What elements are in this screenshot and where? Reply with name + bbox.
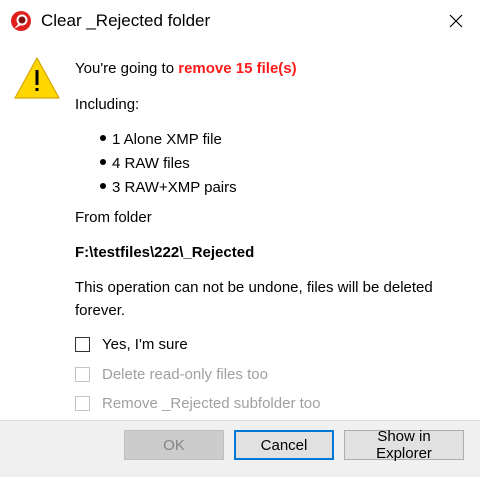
list-item-label: 4 RAW files [112,155,190,172]
warning-icon [14,57,60,99]
app-logo-icon [11,11,31,31]
confirm-checkbox[interactable] [75,336,90,352]
file-type-list: 1 Alone XMP file 4 RAW files 3 RAW+XMP p… [75,128,237,200]
clear-rejected-dialog: Clear _Rejected folder You're going to r… [0,0,480,477]
delete-readonly-checkbox [75,366,90,382]
from-folder-label: From folder [75,209,152,226]
close-icon [449,14,463,28]
window-title: Clear _Rejected folder [41,11,211,30]
close-button[interactable] [440,6,472,36]
list-item-label: 1 Alone XMP file [112,131,222,148]
summary-message: You're going to remove 15 file(s) [75,58,297,80]
including-label: Including: [75,96,140,113]
confirm-checkbox-label[interactable]: Yes, I'm sure [102,336,188,353]
remove-subfolder-checkbox-label: Remove _Rejected subfolder too [102,394,321,412]
list-item: 1 Alone XMP file [75,128,237,152]
delete-readonly-checkbox-row: Delete read-only files too [75,364,268,384]
bullet-icon [100,135,106,142]
delete-readonly-checkbox-label: Delete read-only files too [102,365,268,383]
cancel-button[interactable]: Cancel [234,430,334,460]
show-in-explorer-button[interactable]: Show in Explorer [344,428,464,462]
bullet-icon [100,159,106,166]
list-item: 3 RAW+XMP pairs [75,176,237,200]
irreversible-warning: This operation can not be undone, files … [75,279,433,319]
list-item: 4 RAW files [75,152,237,176]
title-bar: Clear _Rejected folder [0,0,480,40]
summary-lead: You're going to [75,60,179,77]
folder-path: F:\testfiles\222\_Rejected [75,244,255,261]
remove-subfolder-checkbox [75,395,90,411]
ok-button: OK [124,430,224,460]
list-item-label: 3 RAW+XMP pairs [112,179,237,196]
summary-highlight: remove 15 file(s) [178,60,297,77]
remove-subfolder-checkbox-row: Remove _Rejected subfolder too [75,393,320,413]
bullet-icon [100,183,106,190]
confirm-checkbox-row[interactable]: Yes, I'm sure [75,334,188,354]
